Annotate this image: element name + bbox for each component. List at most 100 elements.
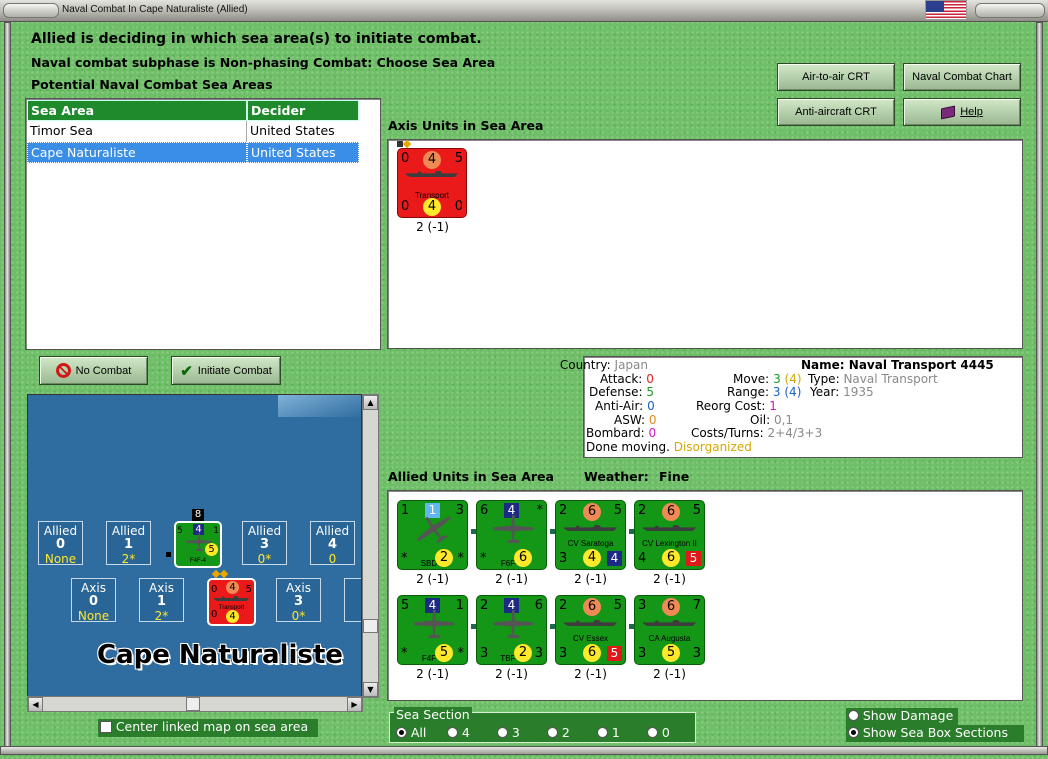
radio-circle[interactable] (848, 727, 859, 738)
window-control-button[interactable] (975, 3, 1045, 18)
sea-section-radio[interactable]: 3 (497, 725, 520, 740)
info-status: Done moving. Disorganized (586, 440, 752, 455)
map-allied-counter[interactable]: 5 4 1 5 F4F-4 (174, 521, 222, 568)
axis-units-panel (387, 139, 1023, 349)
counter-bottom-value: 6 (514, 549, 532, 567)
map-vertical-scrollbar[interactable]: ▲ ▼ (362, 394, 379, 698)
info-val: 0 (646, 372, 654, 386)
ship-icon (564, 525, 617, 531)
radio-circle[interactable] (647, 727, 658, 738)
allied-unit-counter[interactable]: 3 6 7 CA Augusta 3 5 3 (634, 595, 705, 665)
sea-section-radio[interactable]: 0 (647, 725, 670, 740)
scroll-up-arrow-icon[interactable]: ▲ (363, 395, 378, 410)
axis-sea-box[interactable]: Axis 0 None (71, 578, 116, 623)
scroll-down-arrow-icon[interactable]: ▼ (363, 682, 378, 697)
radio-circle[interactable] (447, 727, 458, 738)
radio-circle[interactable] (547, 727, 558, 738)
scroll-right-arrow-icon[interactable]: ▶ (347, 697, 362, 712)
counter-bottom-value: 4 (583, 549, 601, 567)
allied-unit-counter[interactable]: 2 6 5 CV Saratoga 3 4 4 (555, 500, 626, 570)
checkbox-box[interactable] (100, 721, 112, 733)
info-val: 0 (648, 413, 657, 427)
allied-unit-counter[interactable]: 6 4 * F6F-3 * 6 (476, 500, 547, 570)
counter-caption: 2 (-1) (416, 667, 449, 681)
map-axis-counter[interactable]: 0 4 5 Transport 0 4 (207, 578, 256, 626)
anti-aircraft-crt-button[interactable]: Anti-aircraft CRT (777, 98, 895, 126)
center-map-checkbox[interactable]: Center linked map on sea area (98, 719, 318, 737)
table-row[interactable]: Timor Sea United States (27, 121, 359, 142)
scroll-left-arrow-icon[interactable]: ◀ (28, 697, 43, 712)
counter-name: CV Saratoga (567, 539, 614, 548)
ship-icon (564, 620, 617, 626)
sea-section-radio[interactable]: 4 (447, 725, 470, 740)
link-marker-icon (629, 529, 634, 534)
allied-unit-counter[interactable]: 2 6 5 CV Essex 3 6 5 (555, 595, 626, 665)
info-val: 1 (769, 399, 777, 413)
info-val: 0 (647, 399, 655, 413)
counter-value: * (536, 503, 544, 518)
box-value: None (44, 552, 77, 566)
info-key: Reorg Cost: (696, 399, 766, 413)
allied-sea-box[interactable]: Allied 0 None (38, 521, 83, 566)
radio-circle[interactable] (396, 727, 407, 738)
counter-value: 6 (480, 503, 489, 518)
info-val: 3 (772, 385, 781, 399)
ship-icon (643, 620, 696, 626)
naval-chart-label: Naval Combat Chart (912, 71, 1012, 83)
link-marker-icon (471, 529, 476, 534)
sea-section-radio[interactable]: 2 (547, 725, 570, 740)
link-marker-icon (550, 529, 555, 534)
axis-unit-counter[interactable]: 0 4 5 Transport 0 4 0 (397, 148, 467, 218)
sea-section-option-label: All (410, 725, 427, 740)
table-row-selected[interactable]: Cape Naturaliste United States (27, 142, 359, 163)
allied-unit-counter[interactable]: 5 4 1 F4F-4 * 5 * (397, 595, 468, 665)
scroll-thumb[interactable] (363, 619, 378, 633)
initiate-combat-button[interactable]: ✔ Initiate Combat (171, 356, 281, 385)
scroll-thumb[interactable] (186, 697, 200, 711)
naval-combat-chart-button[interactable]: Naval Combat Chart (903, 63, 1021, 91)
radio-circle[interactable] (597, 727, 608, 738)
show-sections-label: Show Sea Box Sections (862, 725, 1008, 740)
sea-section-label: Sea Section (394, 707, 472, 722)
allied-unit-counter[interactable]: 1 1 3 SBD-1 * 2 * (397, 500, 468, 570)
no-combat-button[interactable]: No Combat (39, 356, 148, 385)
sea-section-radio[interactable]: All (396, 725, 426, 740)
allied-unit-counter[interactable]: 2 4 6 TBF-1 3 2 3 (476, 595, 547, 665)
allied-unit-counter[interactable]: 2 6 5 CV Lexington II 4 6 5 (634, 500, 705, 570)
weather-value: Fine (659, 469, 690, 484)
info-val: 3 (773, 372, 781, 386)
map-title: Cape Naturaliste (97, 640, 343, 670)
allied-sea-box[interactable]: Allied 4 0 (310, 521, 355, 566)
show-sea-box-sections-radio[interactable]: Show Sea Box Sections (846, 725, 1024, 742)
info-name: Name: Naval Transport 4445 (801, 358, 994, 373)
sea-area-map[interactable]: Allied 0 None Allied 1 2* Allied 3 0* Allied 4 0 Axi… (27, 394, 362, 698)
counter-value: 0 (454, 199, 463, 214)
map-horizontal-scrollbar[interactable]: ◀ ▶ (27, 696, 363, 712)
header-decider[interactable]: Decider (247, 100, 359, 121)
axis-sea-box[interactable]: Axis 1 2* (139, 578, 184, 623)
sea-section-radio[interactable]: 1 (597, 725, 620, 740)
info-key: Type: (808, 372, 840, 386)
us-flag-icon (925, 0, 967, 20)
info-val: 0 (648, 426, 657, 440)
table-header: Sea Area Decider (27, 100, 359, 121)
show-damage-radio[interactable]: Show Damage (846, 708, 958, 725)
allied-sea-box[interactable]: Allied 1 2* (106, 521, 151, 566)
frame-bottom (0, 746, 1048, 755)
axis-sea-box[interactable]: Axis 3 0* (276, 578, 321, 623)
window-menu-button[interactable] (3, 3, 59, 18)
header-sea-area[interactable]: Sea Area (27, 100, 247, 121)
radio-circle[interactable] (497, 727, 508, 738)
radio-circle[interactable] (848, 710, 859, 721)
transport-ship-icon (214, 596, 249, 601)
axis-sea-box[interactable]: A (344, 578, 361, 622)
help-button[interactable]: Help (903, 98, 1021, 126)
box-value: 2* (154, 609, 169, 623)
air-to-air-crt-button[interactable]: Air-to-air CRT (777, 63, 895, 91)
allied-sea-box[interactable]: Allied 3 0* (242, 521, 287, 566)
counter-value: 3 (638, 646, 647, 661)
counter-value: 3 (455, 503, 464, 518)
sea-section-option-label: 1 (611, 725, 620, 740)
info-key: Done moving. (586, 440, 670, 454)
info-val: Disorganized (673, 440, 752, 454)
